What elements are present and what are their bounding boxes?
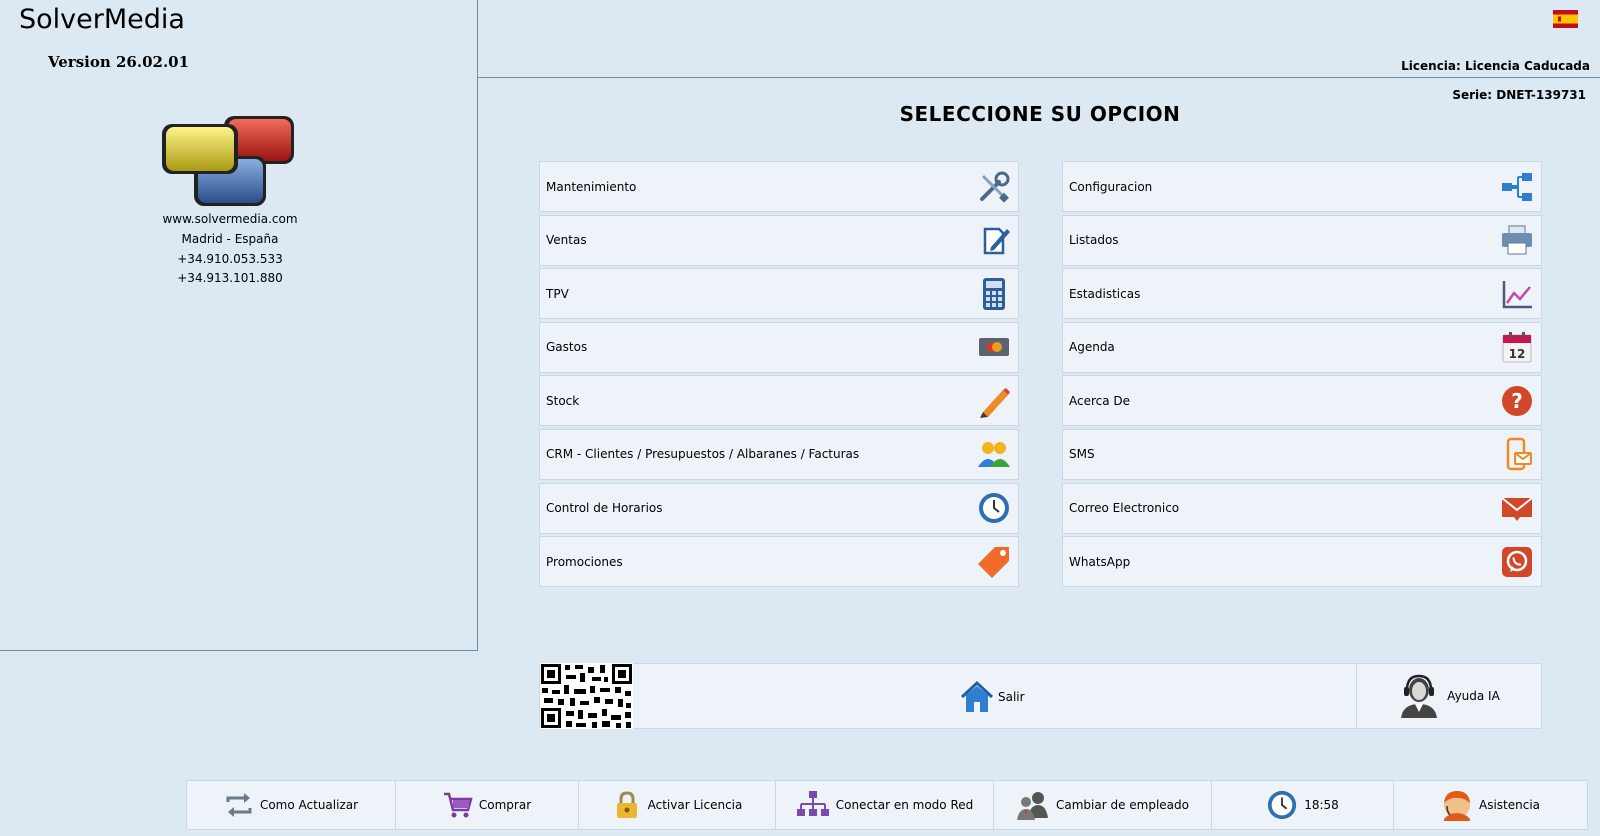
menu-item-label: SMS <box>1069 447 1095 462</box>
mail-icon <box>1499 490 1535 526</box>
support-agent-icon <box>1443 791 1470 821</box>
menu-item-label: WhatsApp <box>1069 554 1131 569</box>
como-actualizar-button[interactable]: Como Actualizar <box>187 781 396 829</box>
menu-item-stock[interactable]: Stock <box>539 375 1019 427</box>
phone-2: +34.913.101.880 <box>177 271 283 285</box>
menu-item-sms[interactable]: SMS <box>1062 428 1542 480</box>
ai-assistant-icon <box>1401 674 1438 718</box>
clock-time: 18:58 <box>1304 798 1339 812</box>
cart-icon <box>443 792 473 818</box>
clock-icon <box>976 490 1012 526</box>
menu-item-label: TPV <box>546 286 569 301</box>
page-title: SELECCIONE SU OPCION <box>899 102 1181 126</box>
footer-label: Cambiar de empleado <box>1055 798 1189 812</box>
comprar-button[interactable]: Comprar <box>396 781 579 829</box>
menu-item-label: Control de Horarios <box>546 501 663 516</box>
app-title: SolverMedia <box>19 4 185 35</box>
menu-item-label: Correo Electronico <box>1069 501 1180 516</box>
qr-code-icon <box>540 663 633 729</box>
asistencia-button[interactable]: Asistencia <box>1394 781 1587 829</box>
menu-item-mantenimiento[interactable]: Mantenimiento <box>539 161 1019 212</box>
phone-1: +34.910.053.533 <box>177 252 283 266</box>
svg-text:?: ? <box>1511 389 1523 413</box>
svg-text:12: 12 <box>1509 347 1526 361</box>
menu-item-gastos[interactable]: Gastos <box>539 321 1019 373</box>
help-icon: ? <box>1499 383 1535 419</box>
right-menu: Configuracion Listados Estadisticas Agen… <box>1062 161 1542 590</box>
menu-item-whatsapp[interactable]: WhatsApp <box>1062 536 1542 588</box>
printer-icon <box>1499 222 1535 258</box>
license-status: Licencia: Licencia Caducada <box>1401 59 1590 73</box>
menu-item-estadisticas[interactable]: Estadisticas <box>1062 268 1542 320</box>
menu-item-label: Configuracion <box>1069 179 1153 194</box>
users-icon <box>976 436 1012 472</box>
version-label: Version 26.02.01 <box>48 53 190 71</box>
whatsapp-icon <box>1499 544 1535 580</box>
tag-icon <box>976 544 1012 580</box>
website-text: www.solvermedia.com <box>162 212 298 226</box>
exit-label: Salir <box>998 690 1025 704</box>
pencil-icon <box>976 383 1012 419</box>
exit-button[interactable]: Salir <box>960 680 1025 714</box>
menu-item-crm[interactable]: CRM - Clientes / Presupuestos / Albarane… <box>539 428 1019 480</box>
clock-display: 18:58 <box>1212 781 1394 829</box>
employees-icon <box>1016 792 1048 820</box>
footer-label: Como Actualizar <box>259 798 359 812</box>
refresh-icon <box>226 793 252 817</box>
spain-flag-icon[interactable] <box>1553 10 1578 28</box>
menu-item-promociones[interactable]: Promociones <box>539 536 1019 588</box>
menu-item-listados[interactable]: Listados <box>1062 214 1542 266</box>
menu-item-label: Agenda <box>1069 340 1115 355</box>
ai-help-label: Ayuda IA <box>1447 689 1500 703</box>
left-panel <box>0 0 478 651</box>
cambiar-empleado-button[interactable]: Cambiar de empleado <box>994 781 1212 829</box>
footer-label: Asistencia <box>1478 798 1541 812</box>
line-chart-icon <box>1499 276 1535 312</box>
menu-item-label: Listados <box>1069 233 1119 248</box>
footer-label: Conectar en modo Red <box>835 798 974 812</box>
menu-item-correo-electronico[interactable]: Correo Electronico <box>1062 482 1542 534</box>
menu-item-control-horarios[interactable]: Control de Horarios <box>539 482 1019 534</box>
conectar-modo-red-button[interactable]: Conectar en modo Red <box>776 781 994 829</box>
left-menu: Mantenimiento Ventas TPV Gastos Stock CR… <box>539 161 1019 590</box>
menu-item-label: Ventas <box>546 233 587 248</box>
footer-label: Activar Licencia <box>647 798 743 812</box>
calculator-icon <box>976 276 1012 312</box>
menu-item-acerca-de[interactable]: Acerca De ? <box>1062 375 1542 427</box>
document-edit-icon <box>976 222 1012 258</box>
clock-icon <box>1268 790 1297 820</box>
menu-item-label: Stock <box>546 393 580 408</box>
menu-item-label: CRM - Clientes / Presupuestos / Albarane… <box>546 447 860 462</box>
activar-licencia-button[interactable]: Activar Licencia <box>579 781 776 829</box>
footer-label: Comprar <box>478 798 532 812</box>
tools-icon <box>976 169 1012 205</box>
header-divider <box>478 77 1600 78</box>
ai-help-button[interactable]: Ayuda IA <box>1356 663 1542 729</box>
serial-number: Serie: DNET-139731 <box>1452 88 1586 102</box>
menu-item-configuracion[interactable]: Configuracion <box>1062 161 1542 212</box>
menu-item-ventas[interactable]: Ventas <box>539 214 1019 266</box>
menu-item-agenda[interactable]: Agenda 12 <box>1062 321 1542 373</box>
mobile-message-icon <box>1499 436 1535 472</box>
menu-item-label: Promociones <box>546 554 623 569</box>
home-icon <box>960 680 994 712</box>
location-text: Madrid - España <box>181 232 279 246</box>
network-icon <box>1499 169 1535 205</box>
menu-item-tpv[interactable]: TPV <box>539 268 1019 320</box>
menu-item-label: Gastos <box>546 340 588 355</box>
lock-icon <box>616 791 637 818</box>
credit-card-icon <box>976 329 1012 365</box>
menu-item-label: Estadisticas <box>1069 286 1141 301</box>
solvermedia-logo <box>162 116 294 206</box>
menu-item-label: Mantenimiento <box>546 179 637 194</box>
network-tree-icon <box>796 791 829 816</box>
footer-toolbar: Como Actualizar Comprar Activar Licencia… <box>186 780 1588 830</box>
calendar-icon: 12 <box>1499 329 1535 365</box>
menu-item-label: Acerca De <box>1069 393 1131 408</box>
